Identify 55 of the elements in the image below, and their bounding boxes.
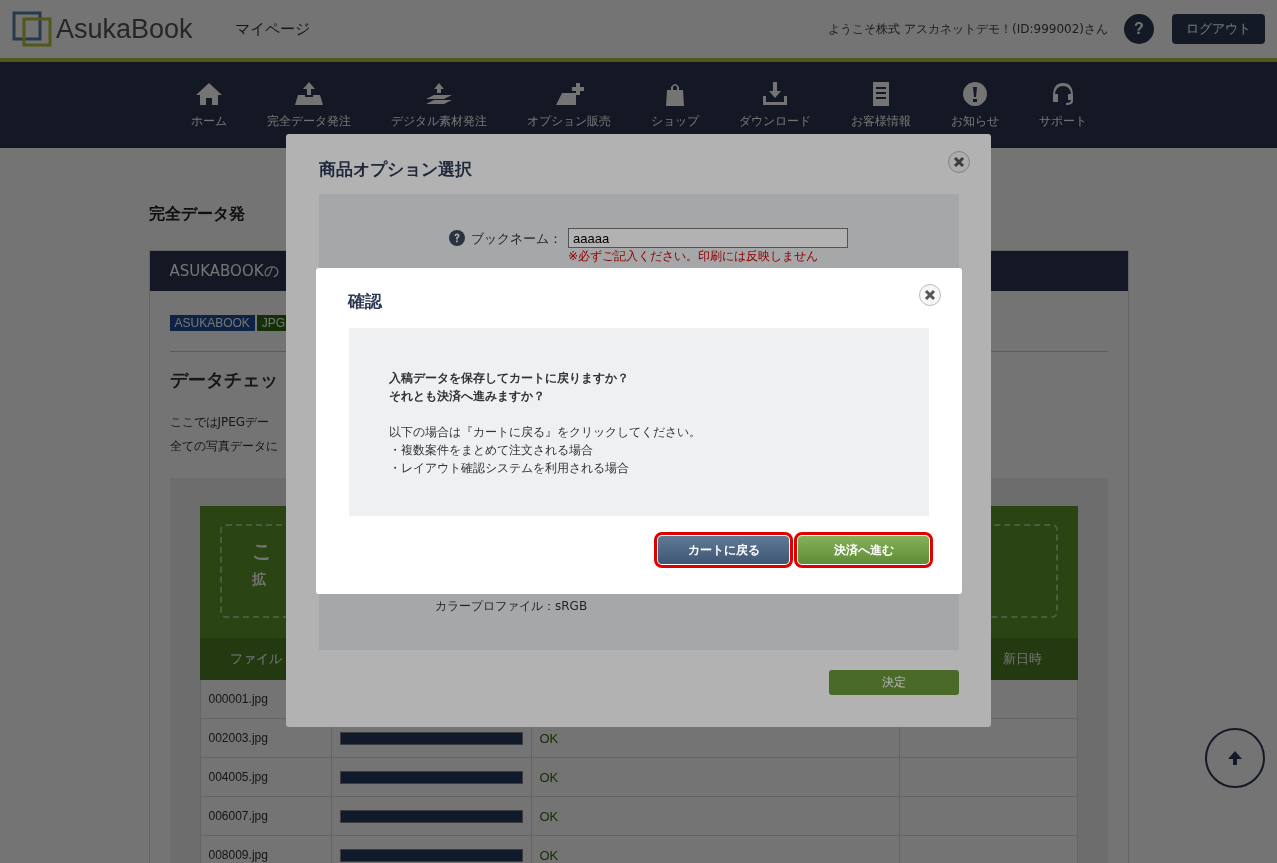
status-text: OK <box>539 730 559 746</box>
close-button[interactable] <box>919 284 941 306</box>
nav-item[interactable]: オプション販売 <box>506 62 631 148</box>
plus-icon <box>553 80 584 107</box>
status-text: OK <box>539 847 559 863</box>
book-name-field[interactable]: aaaaa <box>568 228 848 248</box>
page-title: マイページ <box>234 19 310 39</box>
arrow-up-icon <box>1227 750 1243 766</box>
field-label: ブックネーム： <box>471 230 562 248</box>
info-text: ・レイアウト確認システムを利用される場合 <box>389 460 630 477</box>
logout-button[interactable]: ログアウト <box>1172 14 1265 44</box>
question-text: それとも決済へ進みますか？ <box>389 388 546 405</box>
file-name: 002003.jpg <box>208 731 268 745</box>
help-button[interactable]: ? <box>1124 14 1154 44</box>
description-text: ここではJPEGデー <box>169 414 270 431</box>
file-name: 000001.jpg <box>208 692 268 706</box>
drop-zone-text: こ <box>251 538 272 565</box>
nav-item[interactable]: お知らせ <box>930 62 1019 148</box>
nav-item[interactable]: ホーム <box>170 62 247 148</box>
required-note: ※必ずご記入ください。印刷には反映しません <box>568 248 820 265</box>
dialog-title: 確認 <box>348 290 382 313</box>
help-icon[interactable] <box>449 230 465 246</box>
close-icon <box>953 156 965 168</box>
scroll-top-button[interactable] <box>1205 728 1265 788</box>
welcome-text: ようこそ株式 アスカネットデモ！(ID:999002)さん <box>828 20 1108 38</box>
description-text: 全ての写真データに <box>169 438 278 455</box>
nav-item[interactable]: ダウンロード <box>718 62 831 148</box>
file-name: 006007.jpg <box>208 809 268 823</box>
color-profile-text: カラープロファイル：sRGB <box>435 598 588 615</box>
nav-item[interactable]: お客様情報 <box>830 62 931 148</box>
format-tag: ASUKABOOK <box>169 315 255 331</box>
logo-text[interactable]: AsukaBook <box>56 13 193 45</box>
page-heading: 完全データ発 <box>148 204 245 225</box>
info-text: ・複数案件をまとめて注文される場合 <box>389 442 594 459</box>
logo-icon <box>12 11 52 47</box>
panel-title: ASUKABOOKの <box>169 261 279 281</box>
status-text: OK <box>539 808 559 824</box>
nav-item[interactable]: デジタル素材発注 <box>370 62 507 148</box>
info-text: 以下の場合は『カートに戻る』をクリックしてください。 <box>389 424 702 441</box>
nav-item[interactable]: ショップ <box>630 62 719 148</box>
file-name: 004005.jpg <box>208 770 268 784</box>
status-text: OK <box>539 769 559 785</box>
nav-item[interactable]: サポート <box>1018 62 1107 148</box>
upload-icon <box>293 80 324 107</box>
column-header: ファイル <box>228 650 282 668</box>
submit-button[interactable]: 決定 <box>829 670 959 695</box>
column-header: 新日時 <box>1002 650 1042 668</box>
dialog-title: 商品オプション選択 <box>319 158 472 181</box>
section-heading: データチェッ <box>169 368 278 392</box>
close-icon <box>924 289 936 301</box>
question-text: 入稿データを保存してカートに戻りますか？ <box>389 370 630 387</box>
drop-zone-hint: 拡 <box>251 571 266 589</box>
close-button[interactable] <box>948 151 970 173</box>
file-name: 008009.jpg <box>208 848 268 862</box>
nav-item[interactable]: 完全データ発注 <box>246 62 371 148</box>
